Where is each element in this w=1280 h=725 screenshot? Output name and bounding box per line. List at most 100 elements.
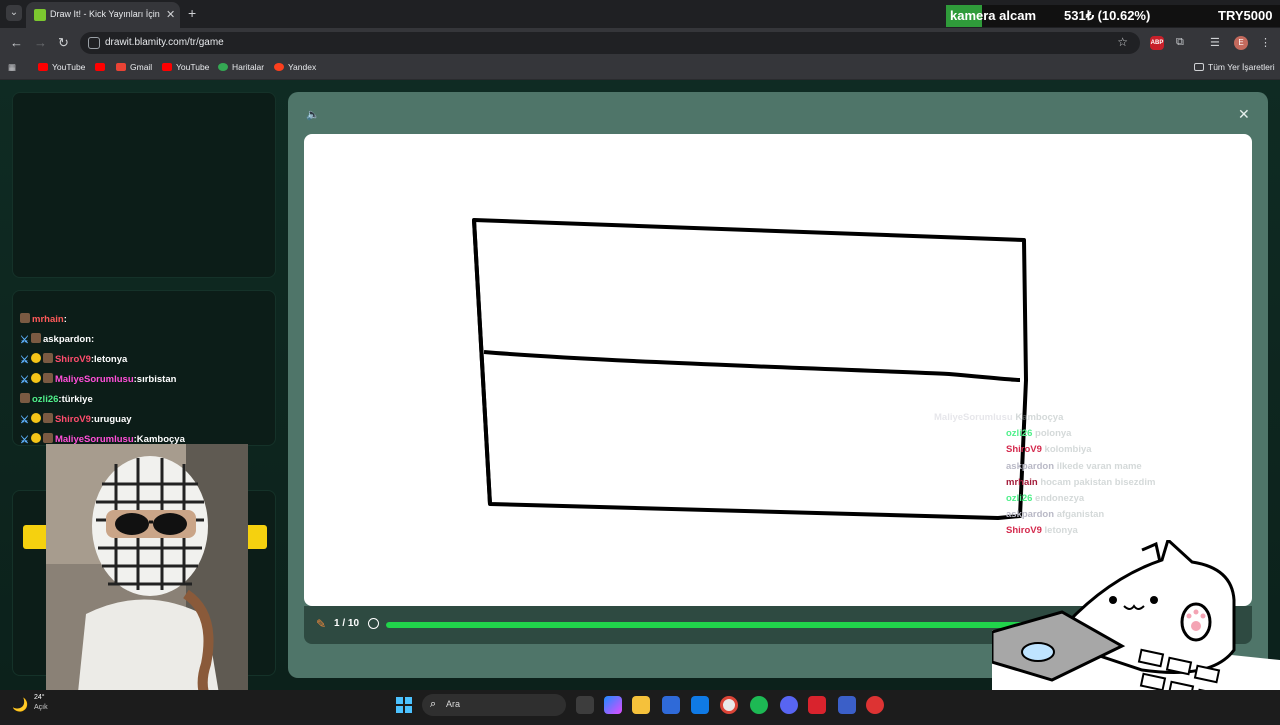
tab-title: Draw It! - Kick Yayınları İçin Çizi (50, 9, 162, 19)
user-avatar (42, 373, 53, 383)
youtube-icon (95, 63, 105, 71)
moderator-sword-icon: ⚔ (20, 355, 29, 366)
discord-icon[interactable] (780, 696, 798, 714)
copilot-icon[interactable] (604, 696, 622, 714)
media-controls-icon[interactable]: ☰ (1210, 36, 1220, 49)
tab-close-icon[interactable]: ✕ (166, 8, 175, 21)
site-favicon-icon (34, 9, 46, 21)
top-left-panel (12, 92, 276, 278)
overlay-text: polonya (1035, 428, 1072, 440)
overlay-username: ozli26 (1006, 493, 1033, 504)
overlay-chat: MaliyeSorumlusu Kamboçya ozli26 polonya Sh… (928, 412, 1228, 542)
flag-left-edge (472, 219, 492, 505)
chat-message: ⚔ askpardon: (20, 333, 94, 346)
chat-text: :sırbistan (133, 374, 177, 385)
bookmark-star-icon[interactable]: ☆ (1117, 35, 1128, 49)
chat-username[interactable]: ShiroV9 (55, 414, 91, 425)
donation-ticker: kamera alcam 531₺ (10.62%) TRY5000 (946, 5, 1280, 27)
ticker-amount: 531₺ (10.62%) (1064, 8, 1151, 23)
start-windows-icon[interactable] (396, 697, 412, 713)
forward-icon[interactable]: → (34, 35, 47, 50)
bookmark-gmail[interactable]: Gmail (116, 62, 152, 72)
moderator-sword-icon: ⚔ (20, 435, 29, 446)
overlay-text: hocam pakistan bisezdim (1040, 476, 1156, 488)
app-icon[interactable] (866, 696, 884, 714)
time-progress-fill (386, 622, 1092, 628)
chat-username[interactable]: ShiroV9 (55, 354, 91, 365)
overlay-username: askpardon (1006, 509, 1055, 521)
active-tab[interactable]: Draw It! - Kick Yayınları İçin Çizi ✕ (26, 2, 180, 28)
user-avatar (42, 433, 53, 443)
speaker-icon[interactable]: 🔈 (306, 108, 320, 121)
all-bookmarks[interactable]: Tüm Yer İşaretleri (1194, 62, 1275, 72)
file-explorer-icon[interactable] (632, 696, 650, 714)
search-placeholder: Ara (446, 699, 461, 709)
subscriber-badge-icon (30, 373, 41, 383)
user-avatar (30, 333, 41, 343)
chat-text: :uruguay (90, 414, 132, 425)
extensions-icon[interactable]: ⧉ (1176, 36, 1184, 49)
overlay-text: kolombiya (1044, 444, 1092, 456)
pencil-icon: ✎ (316, 617, 327, 631)
bookmark-maps[interactable]: Haritalar (218, 62, 264, 72)
overlay-chat-message: askpardon ilkede varan mame (1006, 461, 1142, 472)
bookmark-youtube[interactable]: YouTube (38, 62, 85, 72)
chat-text: :letonya (90, 354, 128, 365)
overlay-text: Kamboçya (1015, 412, 1064, 423)
site-info-icon[interactable] (88, 37, 100, 49)
subscriber-badge-icon (30, 413, 41, 423)
reload-icon[interactable]: ↻ (58, 35, 69, 51)
apps-grid-icon[interactable]: ▦ (8, 62, 16, 73)
task-view-icon[interactable] (576, 696, 594, 714)
moderator-sword-icon: ⚔ (20, 415, 29, 426)
chat-text: :türkiye (58, 394, 93, 405)
bookmark-yandex[interactable]: Yandex (274, 62, 316, 72)
overlay-text: ilkede varan mame (1056, 460, 1142, 472)
vpn-icon[interactable] (838, 696, 856, 714)
overlay-text: afganistan (1056, 509, 1105, 521)
taskbar-search-box[interactable]: ⌕ Ara (422, 694, 566, 716)
tab-search-icon[interactable]: ⌄ (6, 5, 22, 21)
overlay-chat-message: askpardon afganistan (1006, 509, 1104, 520)
menu-kebab-icon[interactable]: ⋮ (1260, 36, 1271, 49)
maps-pin-icon (218, 63, 228, 71)
bookmark-youtube-2[interactable]: YouTube (162, 62, 209, 72)
new-tab-icon[interactable]: + (188, 5, 196, 21)
chat-username[interactable]: MaliyeSorumlusu (55, 374, 134, 385)
outlook-icon[interactable] (691, 696, 709, 714)
chrome-icon[interactable] (720, 696, 738, 714)
store-icon[interactable] (662, 696, 680, 714)
weather-moon-icon[interactable]: 🌙 (12, 697, 28, 713)
overlay-text: letonya (1044, 525, 1078, 537)
subscriber-badge-icon (30, 433, 41, 443)
chat-username[interactable]: mrhain (32, 314, 64, 325)
webcam-feed (46, 444, 248, 712)
gmail-icon (116, 63, 126, 71)
moderator-sword-icon: ⚔ (20, 335, 29, 346)
game-launcher-icon[interactable] (808, 696, 826, 714)
overlay-chat-message: MaliyeSorumlusu Kamboçya (934, 412, 1063, 423)
adblock-extension-icon[interactable]: ABP (1150, 36, 1164, 50)
ticker-label: kamera alcam (950, 8, 1037, 23)
chat-username[interactable]: ozli26 (32, 394, 58, 405)
overlay-username: ShiroV9 (1006, 525, 1042, 537)
close-icon[interactable]: ✕ (1238, 106, 1250, 123)
folder-icon (1194, 63, 1204, 71)
back-icon[interactable]: ← (10, 35, 23, 50)
url-text: drawit.blamity.com/tr/game (105, 37, 224, 48)
round-counter: 1 / 10 (334, 618, 360, 629)
weather-temperature: 24° (34, 694, 45, 701)
youtube-icon (162, 63, 172, 71)
subscriber-badge-icon (30, 353, 41, 363)
profile-avatar[interactable]: E (1234, 36, 1248, 50)
overlay-chat-message: ozli26 endonezya (1006, 493, 1084, 504)
bookmark-youtube-icon-only[interactable] (95, 62, 109, 72)
address-bar[interactable]: drawit.blamity.com/tr/game ☆ (80, 32, 1140, 54)
ticker-goal: TRY5000 (1218, 8, 1273, 23)
chat-username[interactable]: askpardon (43, 334, 91, 345)
tab-strip: ⌄ Draw It! - Kick Yayınları İçin Çizi ✕ … (0, 0, 1280, 28)
chat-text: : (63, 314, 67, 325)
youtube-icon (38, 63, 48, 71)
spotify-icon[interactable] (750, 696, 768, 714)
overlay-chat-message: ozli26 polonya (1006, 428, 1071, 439)
